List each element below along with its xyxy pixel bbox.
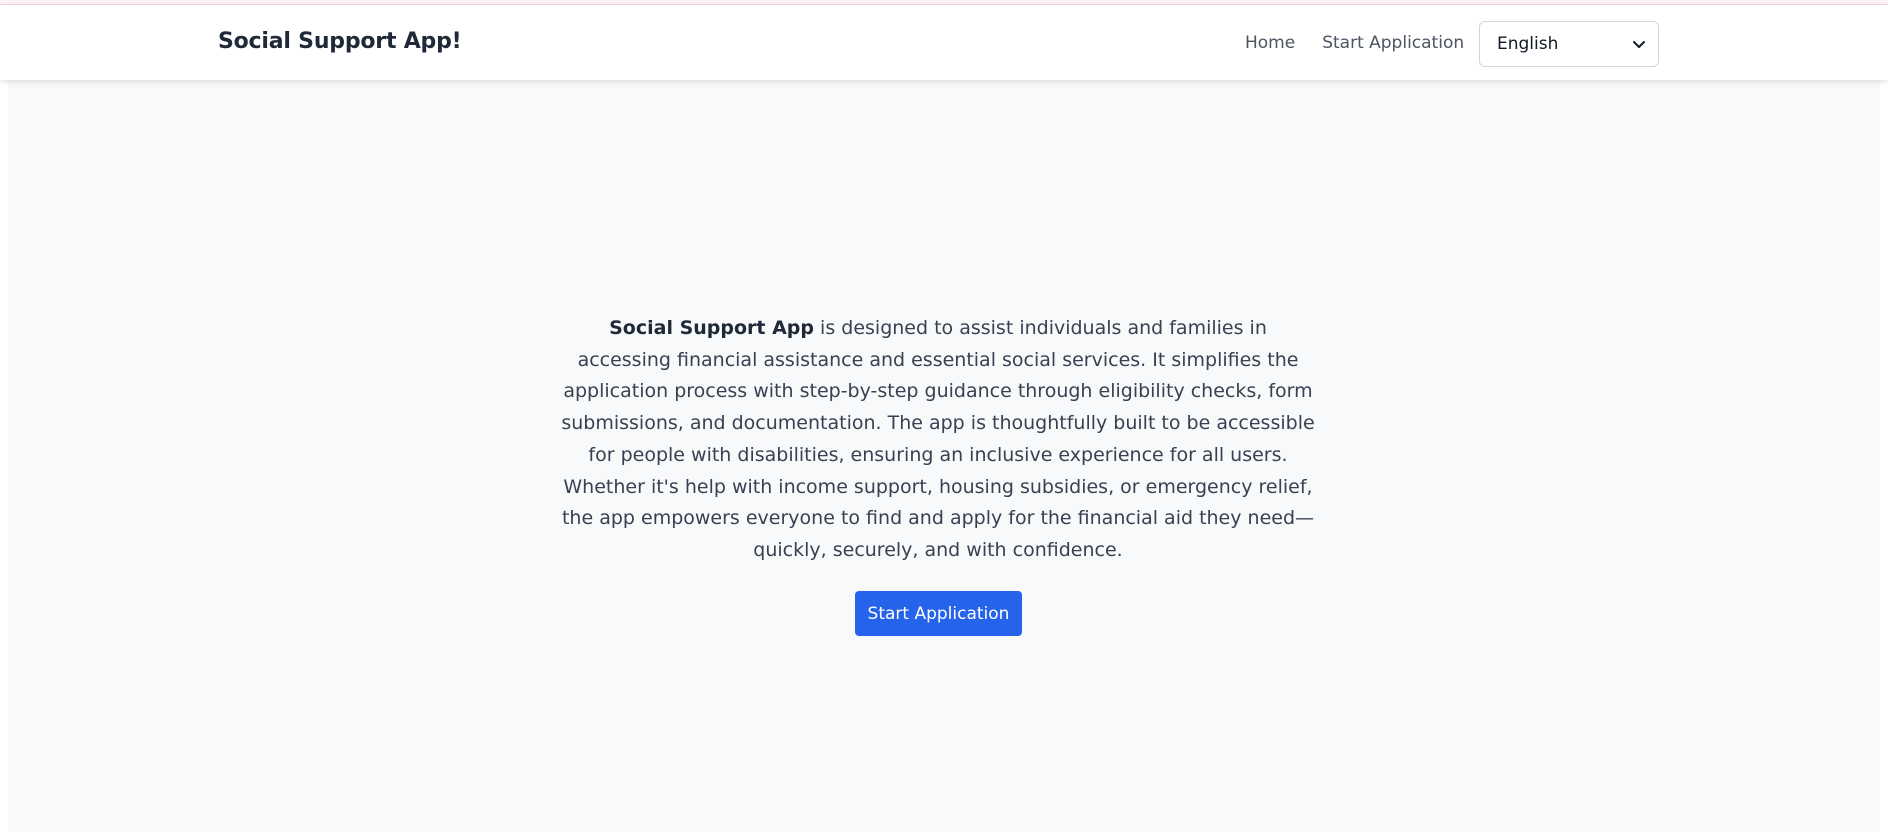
intro-description: Social Support App is designed to assist… (560, 313, 1316, 567)
nav-link-home[interactable]: Home (1245, 33, 1295, 53)
app-brand[interactable]: Social Support App! (218, 29, 462, 54)
nav-link-start-application[interactable]: Start Application (1322, 33, 1464, 53)
left-gutter (0, 80, 8, 832)
intro-app-name: Social Support App (609, 317, 815, 339)
language-select-value: English (1497, 34, 1559, 54)
chevron-down-icon (1632, 37, 1646, 51)
intro-text: is designed to assist individuals and fa… (561, 317, 1315, 561)
main-nav: Home Start Application (1245, 33, 1491, 53)
language-select[interactable]: English (1479, 21, 1659, 67)
top-navbar: Social Support App! Home Start Applicati… (0, 5, 1888, 80)
start-application-button[interactable]: Start Application (855, 591, 1022, 636)
right-gutter (1880, 80, 1888, 832)
